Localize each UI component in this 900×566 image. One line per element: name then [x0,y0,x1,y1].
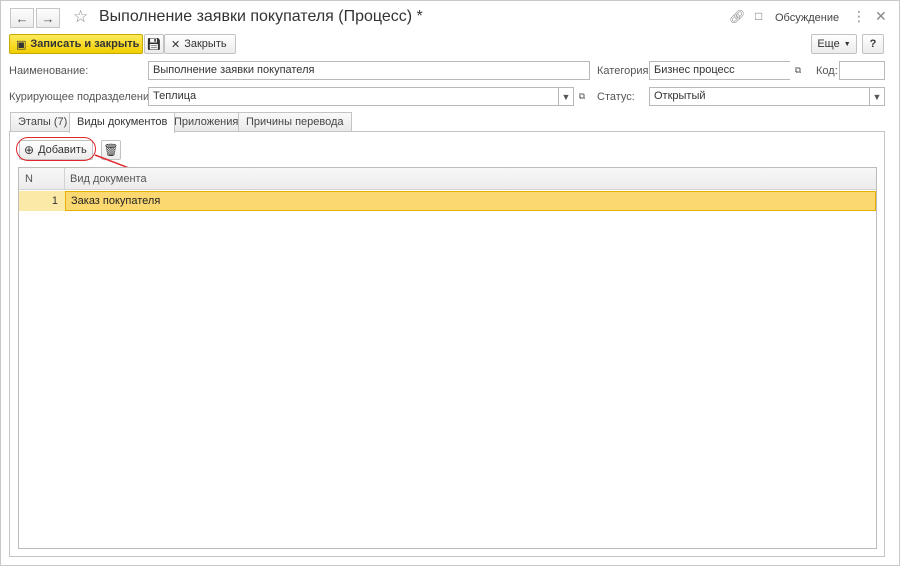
document-types-table[interactable]: N Вид документа 1 Заказ покупателя [18,167,877,549]
doc-type-cell[interactable]: Заказ покупателя [65,191,876,211]
column-separator [64,168,65,190]
table-header: N Вид документа [19,168,876,190]
column-header-doc-type[interactable]: Вид документа [70,173,147,185]
row-number-cell: 1 [51,195,58,207]
form-window: ← → ☆ Выполнение заявки покупателя (Проц… [0,0,900,566]
tab-document-types[interactable]: Виды документов [69,112,176,133]
column-header-n[interactable]: N [25,173,33,185]
table-row[interactable]: 1 Заказ покупателя [19,191,876,211]
